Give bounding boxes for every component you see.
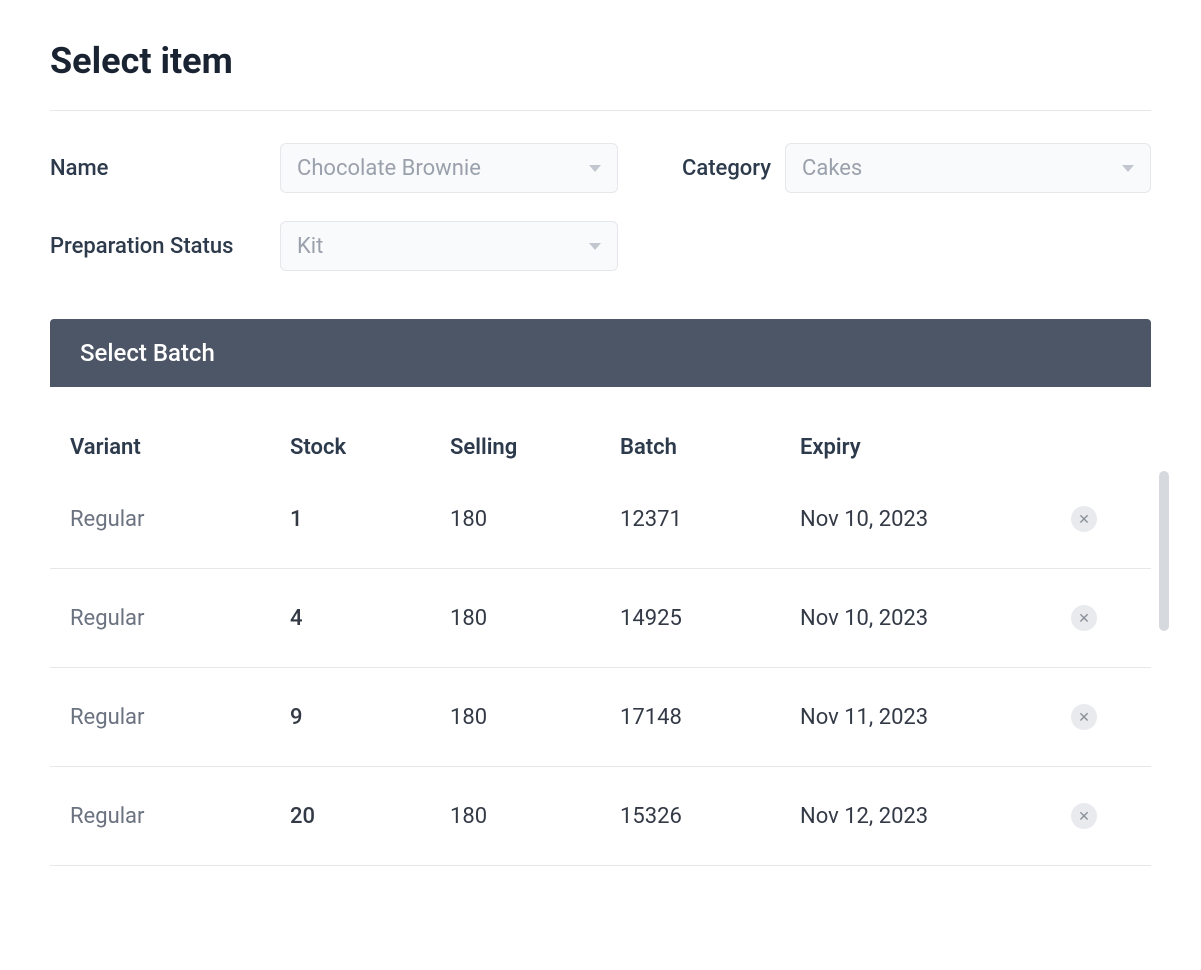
cell-batch: 14925 — [620, 606, 800, 631]
cell-selling: 180 — [450, 606, 620, 631]
close-icon: ✕ — [1078, 709, 1090, 726]
cell-stock: 1 — [290, 507, 450, 532]
chevron-down-icon — [589, 243, 601, 250]
cell-expiry: Nov 10, 2023 — [800, 507, 1071, 532]
divider — [50, 110, 1151, 111]
remove-row-button[interactable]: ✕ — [1071, 605, 1097, 631]
cell-stock: 20 — [290, 804, 450, 829]
cell-expiry: Nov 12, 2023 — [800, 804, 1071, 829]
prep-status-label: Preparation Status — [50, 234, 280, 259]
section-header: Select Batch — [50, 319, 1151, 387]
chevron-down-icon — [589, 165, 601, 172]
cell-variant: Regular — [70, 705, 290, 730]
cell-expiry: Nov 10, 2023 — [800, 606, 1071, 631]
batch-table: Variant Stock Selling Batch Expiry Regul… — [50, 387, 1151, 866]
remove-row-button[interactable]: ✕ — [1071, 803, 1097, 829]
category-select-value: Cakes — [802, 156, 862, 181]
col-stock: Stock — [290, 435, 450, 460]
table-row[interactable]: Regular 1 180 12371 Nov 10, 2023 ✕ — [50, 488, 1151, 569]
col-expiry: Expiry — [800, 435, 1071, 460]
cell-selling: 180 — [450, 507, 620, 532]
cell-expiry: Nov 11, 2023 — [800, 705, 1071, 730]
scrollbar-thumb[interactable] — [1159, 471, 1169, 631]
close-icon: ✕ — [1078, 610, 1090, 627]
category-label: Category — [618, 156, 771, 181]
chevron-down-icon — [1122, 165, 1134, 172]
table-row[interactable]: Regular 4 180 14925 Nov 10, 2023 ✕ — [50, 569, 1151, 668]
cell-selling: 180 — [450, 804, 620, 829]
name-label: Name — [50, 156, 280, 181]
cell-stock: 4 — [290, 606, 450, 631]
cell-batch: 15326 — [620, 804, 800, 829]
filters-section: Name Chocolate Brownie Category Cakes Pr… — [50, 143, 1151, 271]
col-batch: Batch — [620, 435, 800, 460]
page-title: Select item — [50, 40, 1151, 82]
cell-selling: 180 — [450, 705, 620, 730]
name-select[interactable]: Chocolate Brownie — [280, 143, 618, 193]
cell-stock: 9 — [290, 705, 450, 730]
remove-row-button[interactable]: ✕ — [1071, 506, 1097, 532]
close-icon: ✕ — [1078, 511, 1090, 528]
prep-status-select-value: Kit — [297, 234, 323, 259]
cell-variant: Regular — [70, 804, 290, 829]
name-select-value: Chocolate Brownie — [297, 156, 481, 181]
table-body: Regular 1 180 12371 Nov 10, 2023 ✕ Regul… — [50, 488, 1151, 866]
table-header: Variant Stock Selling Batch Expiry — [50, 387, 1151, 488]
cell-batch: 12371 — [620, 507, 800, 532]
table-row[interactable]: Regular 9 180 17148 Nov 11, 2023 ✕ — [50, 668, 1151, 767]
close-icon: ✕ — [1078, 808, 1090, 825]
table-row[interactable]: Regular 20 180 15326 Nov 12, 2023 ✕ — [50, 767, 1151, 866]
cell-batch: 17148 — [620, 705, 800, 730]
cell-variant: Regular — [70, 507, 290, 532]
col-variant: Variant — [70, 435, 290, 460]
cell-variant: Regular — [70, 606, 290, 631]
prep-status-select[interactable]: Kit — [280, 221, 618, 271]
col-selling: Selling — [450, 435, 620, 460]
remove-row-button[interactable]: ✕ — [1071, 704, 1097, 730]
category-select[interactable]: Cakes — [785, 143, 1151, 193]
scrollbar[interactable] — [1159, 447, 1169, 866]
